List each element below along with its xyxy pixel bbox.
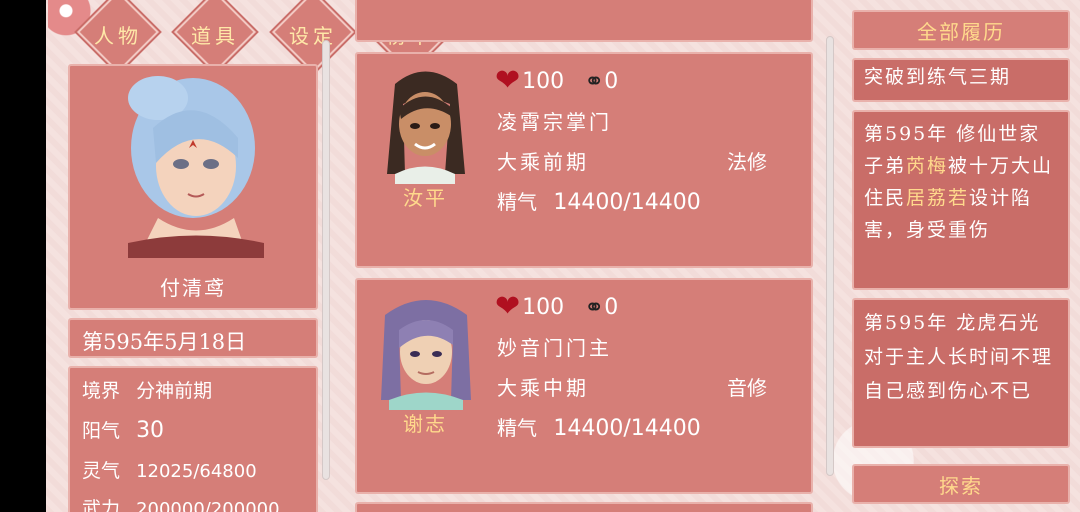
- character-name: 谢志: [403, 412, 447, 436]
- player-stats-panel: 境界 分神前期 阳气 30 灵气 12025/64800 武力 200000/2…: [68, 366, 318, 512]
- tab-sheding-label[interactable]: 设定: [268, 20, 358, 49]
- history-text: 第595年 修仙世家子弟芮梅被十万大山住民居荔若设计陷害，身受重伤: [864, 118, 1060, 246]
- heart-icon: ❤: [495, 289, 521, 324]
- yang-label: 阳气: [82, 420, 121, 442]
- jing-label: 精气: [497, 190, 537, 214]
- sect-text: 凌霄宗掌门: [497, 110, 612, 134]
- history-text: 第595年 龙虎石光对于主人长时间不理自己感到伤心不已: [864, 312, 1054, 402]
- player-name: 付清鸢: [160, 276, 226, 300]
- class-text: 音修: [727, 376, 767, 400]
- wuli-label: 武力: [82, 498, 121, 512]
- character-portrait: [387, 71, 465, 184]
- history-highlight-name: 芮梅: [906, 155, 949, 177]
- character-card[interactable]: 汝平 ❤ 100 ⚭ 0 凌霄宗掌门 大乘前期 法修 精气 14400/1440…: [355, 52, 813, 268]
- realm-label: 境界: [82, 380, 121, 402]
- all-history-label: 全部履历: [917, 19, 1005, 44]
- character-name: 汝平: [403, 186, 447, 210]
- history-highlight-name: 居荔若: [906, 187, 970, 209]
- yang-row: 阳气 30: [82, 416, 164, 443]
- ling-label: 灵气: [82, 460, 121, 482]
- shackle-value: 0: [604, 68, 619, 94]
- class-text: 法修: [727, 150, 767, 174]
- character-card-partial-top[interactable]: [355, 0, 813, 42]
- heart-icon: ❤: [495, 63, 521, 98]
- tab-renwu-label[interactable]: 人物: [73, 20, 163, 49]
- shackle-value: 0: [604, 294, 619, 320]
- wuli-value: 200000/200000: [136, 499, 280, 512]
- middle-scrollbar[interactable]: [826, 36, 834, 476]
- sect-text: 妙音门门主: [497, 336, 612, 360]
- shackle-icon: ⚭: [584, 67, 605, 95]
- yang-value: 30: [136, 418, 165, 443]
- ling-value: 12025/64800: [136, 461, 257, 482]
- character-card-partial-bottom[interactable]: [355, 502, 813, 512]
- explore-button[interactable]: 探索: [852, 464, 1070, 504]
- jing-value: 14400/14400: [553, 416, 701, 441]
- jing-value: 14400/14400: [553, 190, 701, 215]
- jing-row: 精气 14400/14400: [497, 412, 701, 441]
- all-history-button[interactable]: 全部履历: [852, 10, 1070, 50]
- character-card[interactable]: 谢志 ❤ 100 ⚭ 0 妙音门门主 大乘中期 音修 精气 14400/1440…: [355, 278, 813, 494]
- jing-row: 精气 14400/14400: [497, 186, 701, 215]
- history-entry: 第595年 龙虎石光对于主人长时间不理自己感到伤心不已: [852, 298, 1070, 448]
- shackle-icon: ⚭: [584, 293, 605, 321]
- history-text: 突破到练气三期: [864, 66, 1012, 88]
- realm-row: 境界 分神前期: [82, 376, 212, 403]
- stats-icons-row: ❤ 100 ⚭ 0: [495, 292, 618, 322]
- player-portrait: [128, 76, 264, 258]
- left-edge-bar: [0, 0, 46, 512]
- realm-text: 大乘前期: [497, 150, 589, 174]
- history-entry: 第595年 修仙世家子弟芮梅被十万大山住民居荔若设计陷害，身受重伤: [852, 110, 1070, 290]
- left-scrollbar[interactable]: [322, 40, 330, 480]
- date-panel: 第595年5月18日: [68, 318, 318, 358]
- explore-label: 探索: [939, 473, 983, 498]
- heart-value: 100: [522, 294, 565, 320]
- realm-value: 分神前期: [136, 380, 213, 402]
- ling-row: 灵气 12025/64800: [82, 456, 257, 483]
- realm-text: 大乘中期: [497, 376, 589, 400]
- jing-label: 精气: [497, 416, 537, 440]
- stats-icons-row: ❤ 100 ⚭ 0: [495, 66, 618, 96]
- heart-value: 100: [522, 68, 565, 94]
- tab-daoju-label[interactable]: 道具: [170, 20, 260, 49]
- date-text: 第595年5月18日: [82, 330, 247, 354]
- character-portrait: [381, 300, 471, 410]
- player-portrait-panel[interactable]: 付清鸢: [68, 64, 318, 310]
- history-entry: 突破到练气三期: [852, 58, 1070, 102]
- wuli-row: 武力 200000/200000: [82, 494, 280, 512]
